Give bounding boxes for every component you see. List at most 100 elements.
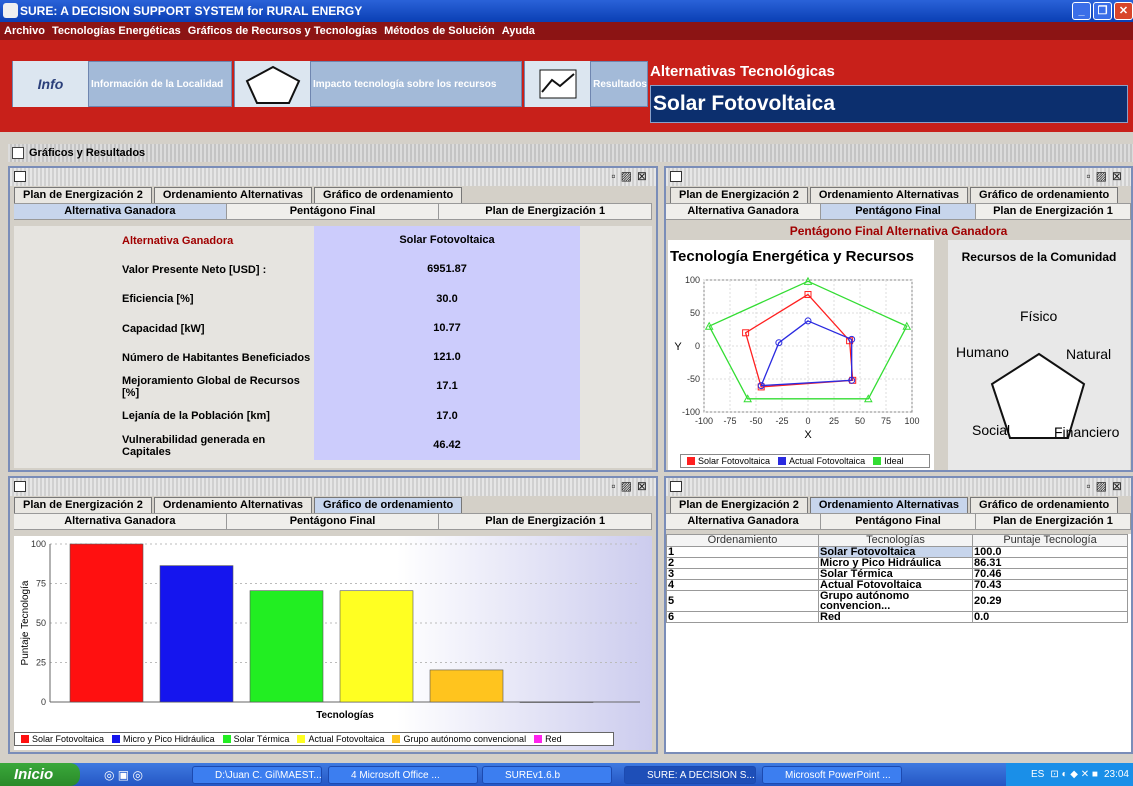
tab-alternativa-ganadora[interactable]: Alternativa Ganadora bbox=[14, 514, 227, 529]
tab-grafico[interactable]: Gráfico de ordenamiento bbox=[314, 187, 463, 203]
results-button[interactable]: Resultados bbox=[524, 61, 648, 107]
task-office[interactable]: 4 Microsoft Office ... bbox=[328, 766, 478, 784]
tab-ordenamiento[interactable]: Ordenamiento Alternativas bbox=[809, 187, 969, 203]
kv-value: 30.0 bbox=[314, 284, 580, 314]
x-tick-label: 50 bbox=[855, 416, 865, 426]
tab-row-top: Plan de Energización 2 Ordenamiento Alte… bbox=[10, 186, 656, 203]
tab-plan-1[interactable]: Plan de Energización 1 bbox=[976, 204, 1131, 219]
table-cell[interactable]: 86.31 bbox=[972, 557, 1128, 569]
table-cell[interactable]: Micro y Pico Hidráulica bbox=[818, 557, 973, 569]
tab-plan-1[interactable]: Plan de Energización 1 bbox=[439, 514, 653, 529]
tray-icons[interactable]: ⊡ ◐ ◆ ✕ ■ bbox=[1050, 769, 1098, 780]
frame-icon bbox=[670, 481, 682, 492]
legend-item: Solar Fotovoltaica bbox=[687, 456, 770, 466]
tab-plan-1[interactable]: Plan de Energización 1 bbox=[976, 514, 1131, 529]
tab-plan-2[interactable]: Plan de Energización 2 bbox=[670, 497, 808, 513]
table-row[interactable]: 4 Actual Fotovoltaica 70.43 bbox=[666, 579, 1128, 591]
frame-pentagon: ▫▨⊠ Plan de Energización 2 Ordenamiento … bbox=[664, 166, 1133, 472]
frame-ranking: ▫▨⊠ Plan de Energización 2 Ordenamiento … bbox=[664, 476, 1133, 754]
table-row[interactable]: 1 Solar Fotovoltaica 100.0 bbox=[666, 546, 1128, 558]
task-powerpoint[interactable]: Microsoft PowerPoint ... bbox=[762, 766, 902, 784]
x-tick-label: -50 bbox=[749, 416, 762, 426]
table-cell[interactable]: 100.0 bbox=[972, 546, 1128, 558]
menu-graficos[interactable]: Gráficos de Recursos y Tecnologías bbox=[188, 25, 377, 37]
table-cell[interactable]: Solar Térmica bbox=[818, 568, 973, 580]
close-button[interactable]: ✕ bbox=[1114, 2, 1133, 20]
frame-controls[interactable]: ▫▨⊠ bbox=[1086, 169, 1127, 183]
frame-controls[interactable]: ▫▨⊠ bbox=[611, 479, 652, 493]
tab-alternativa-ganadora[interactable]: Alternativa Ganadora bbox=[666, 204, 821, 219]
menu-archivo[interactable]: Archivo bbox=[4, 25, 45, 37]
table-cell[interactable]: 20.29 bbox=[972, 590, 1128, 612]
table-cell[interactable]: 2 bbox=[666, 557, 819, 569]
kv-row: Vulnerabilidad generada en Capitales 46.4… bbox=[14, 431, 652, 461]
tab-plan-1[interactable]: Plan de Energización 1 bbox=[439, 204, 653, 219]
community-label-humano: Humano bbox=[956, 344, 1009, 360]
language-indicator[interactable]: ES bbox=[1031, 769, 1044, 780]
menu-tecnologias[interactable]: Tecnologías Energéticas bbox=[52, 25, 181, 37]
frame-controls[interactable]: ▫▨⊠ bbox=[611, 169, 652, 183]
task-folder[interactable]: D:\Juan C. Gil\MAEST... bbox=[192, 766, 322, 784]
table-cell[interactable]: Solar Fotovoltaica bbox=[818, 546, 973, 558]
column-header[interactable]: Tecnologías bbox=[818, 534, 973, 547]
table-cell[interactable]: Actual Fotovoltaica bbox=[818, 579, 973, 591]
impact-button[interactable]: Impacto tecnología sobre los recursos bbox=[234, 61, 522, 107]
table-cell[interactable]: 5 bbox=[666, 590, 819, 612]
tab-grafico[interactable]: Gráfico de ordenamiento bbox=[314, 497, 463, 513]
table-cell[interactable]: Grupo autónomo convencion... bbox=[818, 590, 973, 612]
tab-pentagono-final[interactable]: Pentágono Final bbox=[821, 514, 976, 529]
system-tray: ES ⊡ ◐ ◆ ✕ ■ 23:04 bbox=[1006, 763, 1133, 786]
tab-pentagono-final[interactable]: Pentágono Final bbox=[226, 204, 440, 219]
task-sure-app[interactable]: SURE: A DECISION S... bbox=[624, 766, 756, 784]
tab-plan-2[interactable]: Plan de Energización 2 bbox=[14, 497, 152, 513]
table-row[interactable]: 3 Solar Térmica 70.46 bbox=[666, 568, 1128, 580]
column-header[interactable]: Puntaje Tecnología bbox=[972, 534, 1128, 547]
table-cell[interactable]: 70.46 bbox=[972, 568, 1128, 580]
table-row[interactable]: 5 Grupo autónomo convencion... 20.29 bbox=[666, 590, 1128, 612]
quick-launch-icons[interactable]: ◎ ▣ ◎ bbox=[104, 768, 143, 782]
menu-ayuda[interactable]: Ayuda bbox=[502, 25, 535, 37]
start-button[interactable]: Inicio bbox=[0, 763, 80, 786]
table-cell[interactable]: 1 bbox=[666, 546, 819, 558]
community-pentagon bbox=[990, 352, 1086, 439]
tab-grafico[interactable]: Gráfico de ordenamiento bbox=[970, 187, 1119, 203]
tab-grafico[interactable]: Gráfico de ordenamiento bbox=[970, 497, 1119, 513]
table-row[interactable]: 6 Red 0.0 bbox=[666, 611, 1128, 623]
table-row[interactable]: 2 Micro y Pico Hidráulica 86.31 bbox=[666, 557, 1128, 569]
tab-row-top: Plan de Energización 2 Ordenamiento Alte… bbox=[10, 496, 656, 513]
tab-plan-2[interactable]: Plan de Energización 2 bbox=[14, 187, 152, 203]
table-cell[interactable]: 0.0 bbox=[972, 611, 1128, 623]
kv-row: Mejoramiento Global de Recursos [%] 17.1 bbox=[14, 372, 652, 402]
table-cell[interactable]: 4 bbox=[666, 579, 819, 591]
maximize-button[interactable]: ❐ bbox=[1093, 2, 1112, 20]
legend-item: Actual Fotovoltaica bbox=[297, 734, 384, 744]
kv-value: 17.0 bbox=[314, 401, 580, 432]
tab-pentagono-final[interactable]: Pentágono Final bbox=[821, 204, 976, 219]
y-tick-label: 50 bbox=[690, 308, 700, 318]
x-tick-label: -100 bbox=[695, 416, 713, 426]
task-sure-console[interactable]: SUREv1.6.b bbox=[482, 766, 612, 784]
menu-metodos[interactable]: Métodos de Solución bbox=[384, 25, 495, 37]
winner-panel: Alternativa Ganadora Solar Fotovoltaica V… bbox=[14, 226, 652, 468]
y-tick-label: -50 bbox=[687, 374, 700, 384]
table-cell[interactable]: Red bbox=[818, 611, 973, 623]
info-localidad-button[interactable]: Info Información de la Localidad bbox=[12, 61, 232, 107]
frame-header: ▫▨⊠ bbox=[666, 478, 1131, 496]
tab-ordenamiento[interactable]: Ordenamiento Alternativas bbox=[153, 187, 313, 203]
ranking-table: Ordenamiento Tecnologías Puntaje Tecnolo… bbox=[666, 534, 1128, 623]
frame-controls[interactable]: ▫▨⊠ bbox=[1086, 479, 1127, 493]
tab-pentagono-final[interactable]: Pentágono Final bbox=[226, 514, 440, 529]
tab-ordenamiento[interactable]: Ordenamiento Alternativas bbox=[809, 497, 969, 513]
tab-plan-2[interactable]: Plan de Energización 2 bbox=[670, 187, 808, 203]
minimize-button[interactable]: _ bbox=[1072, 2, 1091, 20]
kv-value: 17.1 bbox=[314, 372, 580, 402]
table-cell[interactable]: 6 bbox=[666, 611, 819, 623]
y-tick-label: 100 bbox=[685, 275, 700, 285]
radar-chart-title: Tecnología Energética y Recursos bbox=[670, 248, 914, 265]
tab-ordenamiento[interactable]: Ordenamiento Alternativas bbox=[153, 497, 313, 513]
table-cell[interactable]: 70.43 bbox=[972, 579, 1128, 591]
tab-alternativa-ganadora[interactable]: Alternativa Ganadora bbox=[666, 514, 821, 529]
tab-alternativa-ganadora[interactable]: Alternativa Ganadora bbox=[14, 204, 227, 219]
column-header[interactable]: Ordenamiento bbox=[666, 534, 819, 547]
table-cell[interactable]: 3 bbox=[666, 568, 819, 580]
